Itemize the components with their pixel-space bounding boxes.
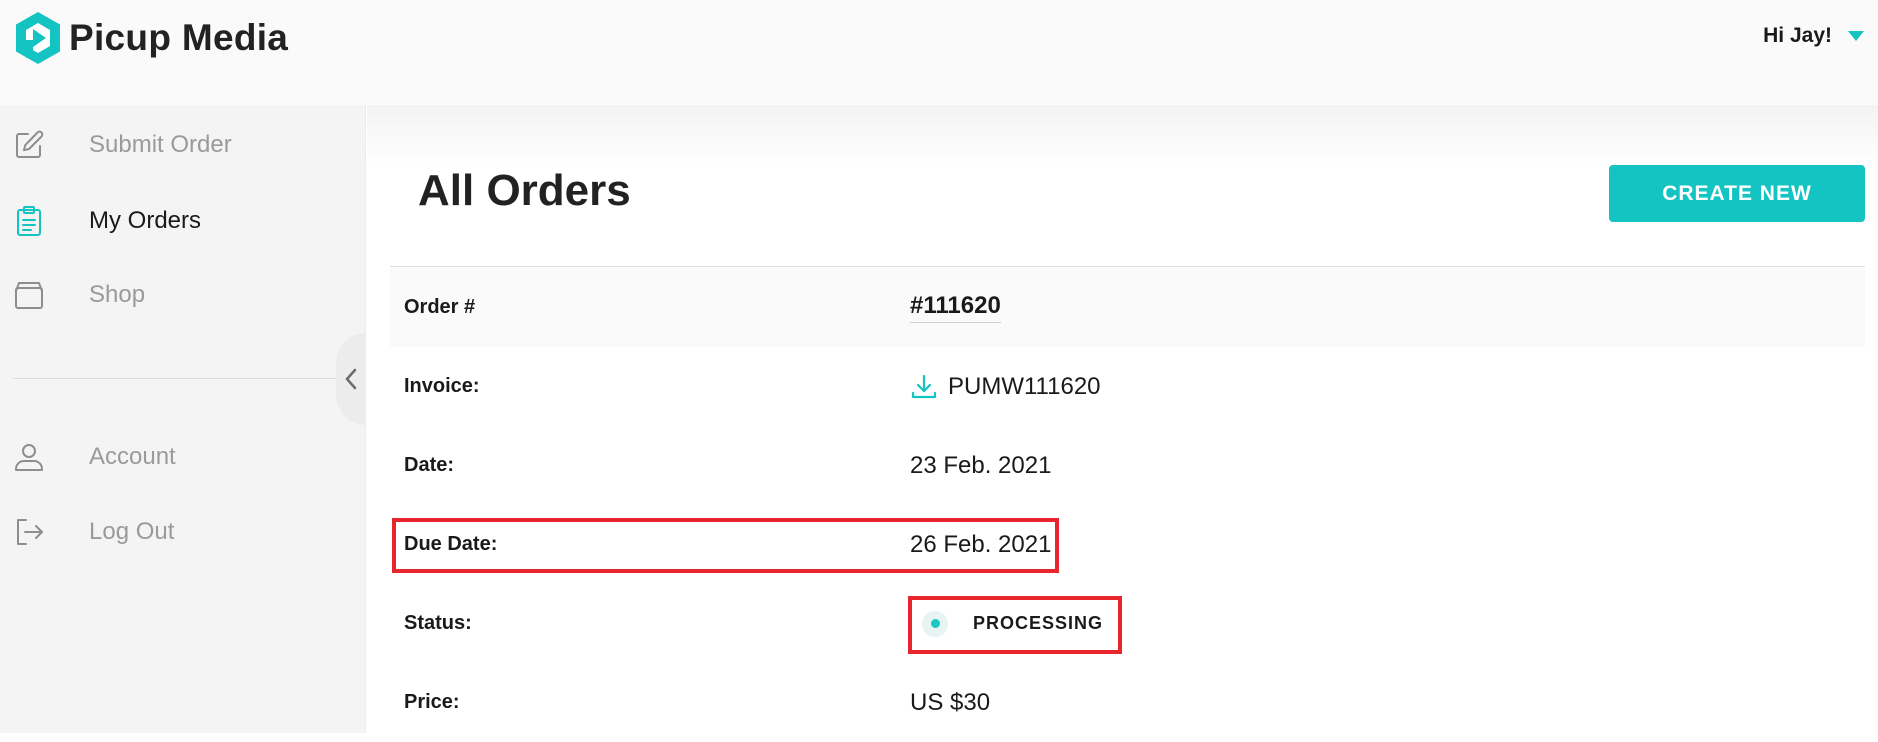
chevron-left-icon — [345, 368, 357, 390]
sidebar-divider — [13, 378, 341, 379]
invoice-value-cell: PUMW111620 — [910, 347, 1101, 426]
sidebar-item-account[interactable]: Account — [0, 432, 340, 482]
order-number-link[interactable]: #111620 — [910, 292, 1001, 323]
price-value: US $30 — [910, 688, 991, 716]
detail-row-status: Status: PROCESSING — [390, 584, 1865, 663]
sidebar-item-label: My Orders — [89, 207, 202, 234]
status-dot-icon — [922, 610, 948, 637]
sidebar-item-shop[interactable]: Shop — [0, 270, 340, 320]
logo-icon — [16, 12, 60, 64]
download-icon — [911, 374, 937, 398]
sidebar-item-submit-order[interactable]: Submit Order — [0, 120, 340, 170]
invoice-number: PUMW111620 — [948, 372, 1101, 400]
user-icon — [15, 444, 43, 471]
logout-icon — [17, 519, 43, 545]
brand-logo[interactable]: Picup Media — [13, 10, 288, 66]
order-value-cell: #111620 — [910, 268, 1001, 347]
top-header: Picup Media Hi Jay! — [0, 0, 1878, 105]
sidebar-collapse-button[interactable] — [336, 333, 366, 425]
status-text: PROCESSING — [973, 613, 1104, 633]
invoice-download-link[interactable]: PUMW111620 — [910, 373, 1101, 401]
detail-row-invoice: Invoice: PUMW111620 — [390, 347, 1865, 426]
user-greeting: Hi Jay! — [1763, 24, 1832, 47]
sidebar-item-log-out[interactable]: Log Out — [0, 507, 340, 557]
status-badge: PROCESSING — [910, 584, 1103, 663]
clipboard-icon — [17, 206, 41, 236]
create-new-button[interactable]: CREATE NEW — [1609, 165, 1865, 222]
page-title: All Orders — [418, 166, 631, 215]
date-label: Date: — [404, 454, 455, 476]
sidebar-item-label: Shop — [89, 281, 146, 308]
sidebar: Submit Order My Orders Shop Account Log … — [0, 105, 366, 733]
sidebar-item-label: Account — [89, 443, 176, 470]
sidebar-item-label: Submit Order — [89, 131, 232, 158]
detail-row-due-date: Due Date: 26 Feb. 2021 — [390, 505, 1865, 584]
box-icon — [15, 282, 43, 309]
sidebar-item-label: Log Out — [89, 518, 175, 545]
edit-icon — [16, 130, 44, 158]
date-value: 23 Feb. 2021 — [910, 451, 1052, 479]
due-date-label: Due Date: — [404, 533, 498, 555]
invoice-label: Invoice: — [404, 375, 480, 397]
brand-name: Picup Media — [69, 17, 289, 58]
detail-row-order: Order # #111620 — [390, 268, 1865, 347]
sidebar-item-my-orders[interactable]: My Orders — [0, 196, 340, 246]
caret-down-icon[interactable] — [1848, 31, 1864, 41]
detail-row-price: Price: US $30 — [390, 663, 1865, 733]
user-menu[interactable]: Hi Jay! — [1763, 24, 1864, 48]
detail-row-date: Date: 23 Feb. 2021 — [390, 426, 1865, 505]
status-label: Status: — [404, 612, 472, 634]
due-date-value: 26 Feb. 2021 — [910, 530, 1052, 558]
price-label: Price: — [404, 691, 460, 713]
order-label: Order # — [404, 296, 476, 318]
main-top-shadow — [367, 105, 1878, 165]
details-divider — [390, 266, 1865, 267]
